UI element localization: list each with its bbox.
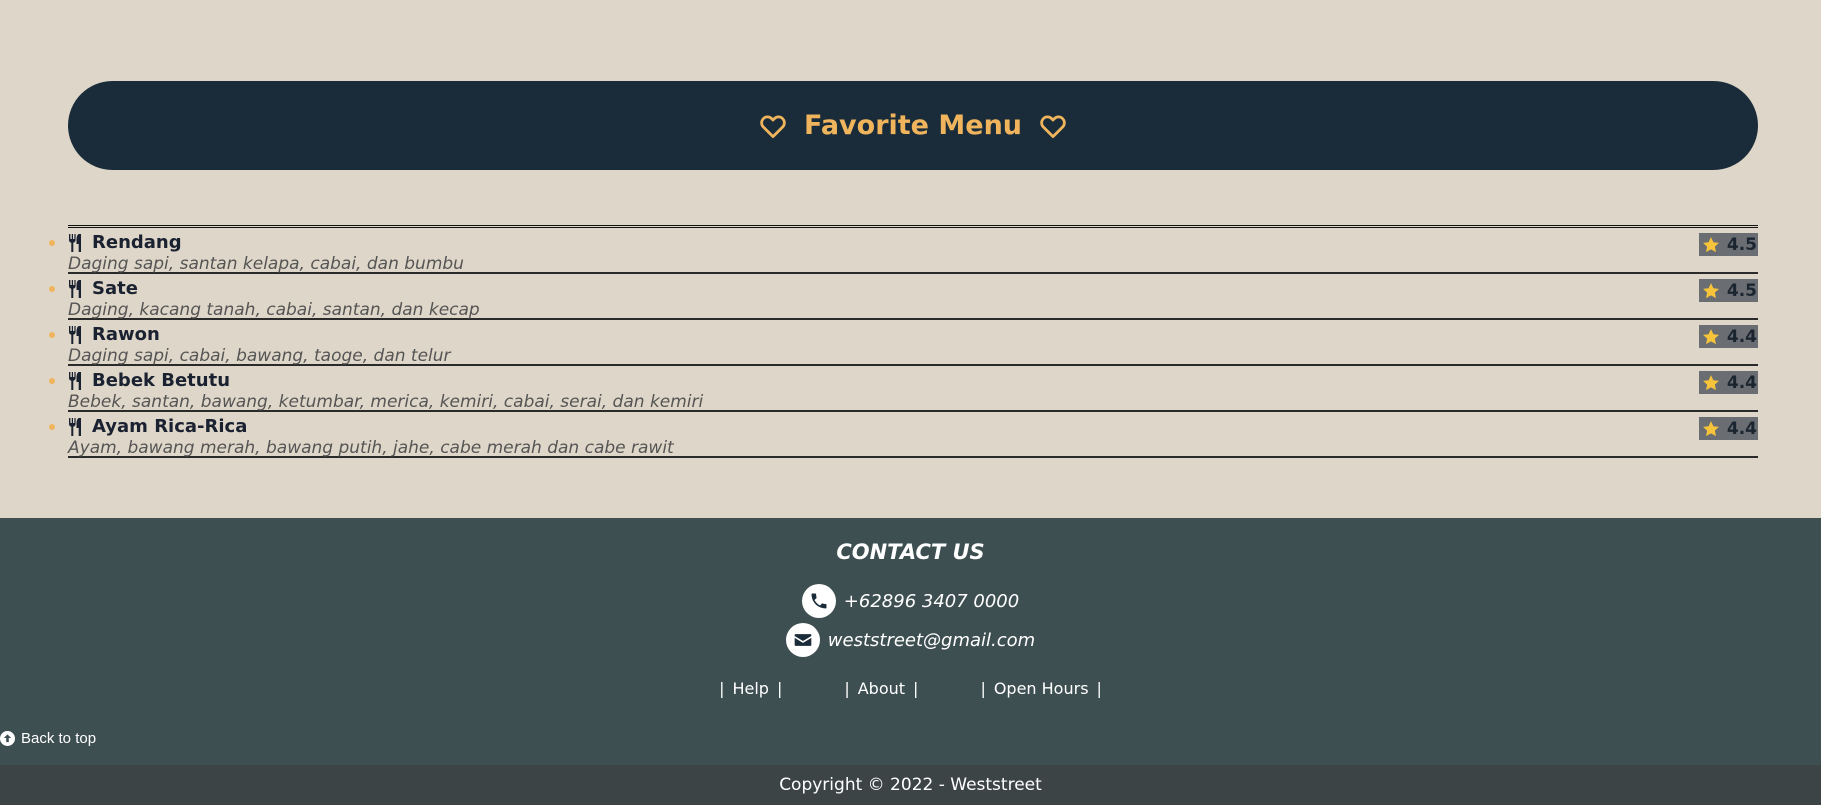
rating-badge: 4.4 — [1699, 325, 1758, 348]
email-address[interactable]: weststreet@gmail.com — [828, 630, 1035, 651]
rating-value: 4.4 — [1726, 418, 1757, 439]
arrow-up-circle-icon — [0, 731, 15, 746]
menu-list: Rendang Daging sapi, santan kelapa, caba… — [49, 225, 1758, 458]
menu-item: Rawon Daging sapi, cabai, bawang, taoge,… — [49, 320, 1758, 366]
star-icon — [1702, 282, 1719, 298]
rating-badge: 4.5 — [1699, 233, 1758, 256]
rating-badge: 4.4 — [1699, 417, 1758, 440]
menu-item: Ayam Rica-Rica Ayam, bawang merah, bawan… — [49, 412, 1758, 458]
utensils-icon — [69, 279, 81, 298]
star-icon — [1702, 236, 1719, 252]
menu-item: Sate Daging, kacang tanah, cabai, santan… — [49, 274, 1758, 320]
star-icon — [1702, 328, 1719, 344]
list-bullet — [49, 424, 55, 430]
footer-link-help[interactable]: | Help | — [711, 679, 790, 698]
menu-item: Rendang Daging sapi, santan kelapa, caba… — [49, 228, 1758, 274]
menu-item-description: Daging sapi, santan kelapa, cabai, dan b… — [68, 254, 464, 274]
utensils-icon — [69, 325, 81, 344]
menu-item-name: Rawon — [92, 324, 160, 345]
utensils-icon — [69, 233, 81, 252]
footer: CONTACT US +62896 3407 0000 weststreet@g… — [0, 518, 1821, 765]
footer-link-open-hours[interactable]: | Open Hours | — [972, 679, 1109, 698]
email-contact[interactable]: weststreet@gmail.com — [0, 623, 1821, 657]
menu-item-description: Daging, kacang tanah, cabai, santan, dan… — [68, 300, 480, 320]
menu-item-description: Daging sapi, cabai, bawang, taoge, dan t… — [68, 346, 451, 366]
banner-title: Favorite Menu — [803, 110, 1023, 141]
menu-item-name: Sate — [92, 278, 138, 299]
copyright-text: Copyright © 2022 - Weststreet — [779, 775, 1042, 795]
contact-title: CONTACT US — [836, 540, 985, 564]
envelope-icon — [785, 623, 820, 657]
rating-value: 4.5 — [1726, 280, 1757, 301]
footer-link-about[interactable]: | About | — [836, 679, 926, 698]
star-icon — [1702, 374, 1719, 390]
list-bullet — [49, 332, 55, 338]
menu-item: Bebek Betutu Bebek, santan, bawang, ketu… — [49, 366, 1758, 412]
menu-item-name: Bebek Betutu — [92, 370, 231, 391]
back-to-top-label[interactable]: Back to top — [21, 730, 96, 747]
list-bullet — [49, 240, 55, 246]
copyright-bar: Copyright © 2022 - Weststreet — [0, 765, 1821, 805]
utensils-icon — [69, 371, 81, 390]
rating-badge: 4.4 — [1699, 371, 1758, 394]
favorite-menu-banner: Favorite Menu — [68, 81, 1758, 170]
menu-item-description: Bebek, santan, bawang, ketumbar, merica,… — [68, 392, 704, 412]
rating-badge: 4.5 — [1699, 279, 1758, 302]
heart-icon — [760, 115, 786, 138]
rating-value: 4.4 — [1726, 326, 1757, 347]
back-to-top-link[interactable]: Back to top — [0, 730, 96, 747]
utensils-icon — [69, 417, 81, 436]
list-bullet — [49, 378, 55, 384]
phone-icon — [801, 584, 836, 618]
star-icon — [1702, 420, 1719, 436]
heart-icon — [1040, 115, 1066, 138]
menu-item-name: Rendang — [92, 232, 182, 253]
phone-number[interactable]: +62896 3407 0000 — [844, 591, 1019, 612]
footer-links: | Help | | About | | Open Hours | — [0, 679, 1821, 698]
phone-contact[interactable]: +62896 3407 0000 — [0, 584, 1821, 618]
menu-item-name: Ayam Rica-Rica — [92, 416, 248, 437]
menu-item-description: Ayam, bawang merah, bawang putih, jahe, … — [68, 438, 674, 458]
rating-value: 4.5 — [1726, 234, 1757, 255]
rating-value: 4.4 — [1726, 372, 1757, 393]
list-bullet — [49, 286, 55, 292]
